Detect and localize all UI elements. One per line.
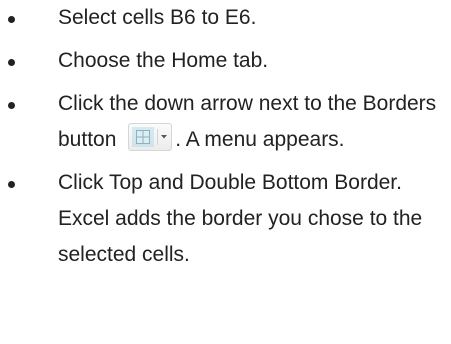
borders-button-image (128, 123, 173, 152)
step-2-text: Choose the Home tab. (58, 49, 269, 72)
bullet-icon (8, 16, 15, 23)
dropdown-arrow-icon (161, 135, 168, 139)
step-3-text-after: . A menu appears. (175, 128, 345, 151)
step-4-text: Click Top and Double Bottom Border. Exce… (58, 171, 423, 266)
bullet-icon (8, 181, 15, 188)
instruction-list: Select cells B6 to E6. Choose the Home t… (0, 0, 451, 280)
step-2: Choose the Home tab. (0, 43, 451, 79)
step-1-text: Select cells B6 to E6. (58, 6, 257, 29)
step-3: Click the down arrow next to the Borders… (0, 86, 451, 158)
borders-grid-icon (132, 127, 155, 148)
step-4: Click Top and Double Bottom Border. Exce… (0, 165, 451, 273)
step-1: Select cells B6 to E6. (0, 0, 451, 36)
bullet-icon (8, 59, 15, 66)
bullet-icon (8, 102, 15, 109)
